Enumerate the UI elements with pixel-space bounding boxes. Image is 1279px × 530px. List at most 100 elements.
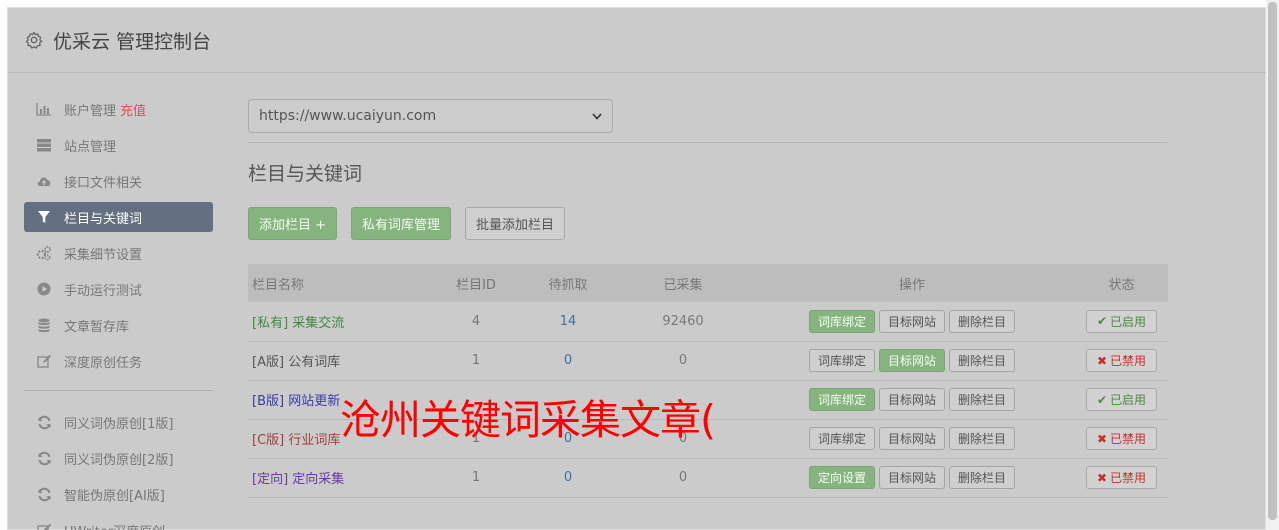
target-site-button[interactable]: 目标网站 <box>878 349 945 372</box>
gear-icon <box>25 31 43 49</box>
status-cell: ✔ 已启用 <box>1075 302 1168 342</box>
lexicon-bind-button[interactable]: 词库绑定 <box>808 309 875 333</box>
overlay-watermark-text: 沧州关键词采集文章( <box>340 396 716 444</box>
status-toggle[interactable]: ✖ 已禁用 <box>1085 349 1158 372</box>
table-row: [定向] 定向采集 1 0 0 定向设置 目标网站 删除栏目 ✖ 已禁用 <box>248 458 1168 498</box>
col-header-name: 栏目名称 <box>248 264 433 302</box>
site-select[interactable]: https://www.ucaiyun.com <box>248 99 613 133</box>
pending-count-link[interactable]: 14 <box>519 302 617 342</box>
delete-column-button[interactable]: 删除栏目 <box>949 427 1016 450</box>
col-header-pending: 待抓取 <box>519 264 617 302</box>
server-icon <box>36 137 52 153</box>
lexicon-bind-button[interactable]: 词库绑定 <box>808 427 875 450</box>
sidebar-item-label: 栏目与关键词 <box>64 211 143 227</box>
actions-cell: 词库绑定 目标网站 删除栏目 <box>749 341 1075 381</box>
delete-column-button[interactable]: 删除栏目 <box>949 466 1016 489</box>
status-label: 已禁用 <box>1110 471 1147 485</box>
x-icon: ✖ <box>1096 431 1108 446</box>
check-icon: ✔ <box>1096 392 1108 407</box>
gears-icon <box>36 245 52 261</box>
status-label: 已禁用 <box>1110 354 1147 368</box>
collected-count-cell: 0 <box>617 341 749 381</box>
delete-column-button[interactable]: 删除栏目 <box>949 349 1016 372</box>
column-id-cell: 1 <box>433 458 519 498</box>
delete-column-button[interactable]: 删除栏目 <box>949 388 1016 411</box>
status-toggle[interactable]: ✔ 已启用 <box>1085 388 1158 411</box>
actions-cell: 定向设置 目标网站 删除栏目 <box>749 458 1075 498</box>
bar-chart-icon <box>36 101 52 117</box>
sidebar-divider <box>24 390 213 391</box>
column-name-link[interactable]: 行业词库 <box>288 433 340 448</box>
column-name-link[interactable]: 定向采集 <box>292 472 344 487</box>
section-divider <box>248 142 1167 143</box>
columns-table: 栏目名称 栏目ID 待抓取 已采集 操作 状态 [私有] 采集交流 4 14 9246… <box>248 264 1168 498</box>
check-icon: ✔ <box>1096 314 1108 329</box>
column-name-link[interactable]: 公有词库 <box>288 355 340 370</box>
sidebar-item-label: 同义词伪原创[1版] <box>64 416 174 432</box>
target-site-button[interactable]: 目标网站 <box>878 466 945 489</box>
column-name-link[interactable]: 采集交流 <box>292 316 344 331</box>
sidebar-item-uwriter[interactable]: UWriter深度原创 <box>24 515 213 530</box>
toolbar: 添加栏目 + 私有词库管理 批量添加栏目 <box>248 207 579 240</box>
collected-count-cell: 92460 <box>617 302 749 342</box>
column-tag: [C版] <box>252 433 285 448</box>
sidebar-item-synonym-v2[interactable]: 同义词伪原创[2版] <box>24 443 213 473</box>
sidebar-item-deep-original[interactable]: 深度原创任务 <box>24 346 213 376</box>
edit-icon <box>36 522 52 530</box>
sidebar-item-ai-original[interactable]: 智能伪原创[AI版] <box>24 479 213 509</box>
column-name-cell: [A版] 公有词库 <box>248 341 433 381</box>
pending-count-link[interactable]: 0 <box>519 341 617 381</box>
refresh-icon <box>36 414 52 430</box>
col-header-status: 状态 <box>1075 264 1168 302</box>
table-row: [A版] 公有词库 1 0 0 词库绑定 目标网站 删除栏目 ✖ 已禁用 <box>248 341 1168 381</box>
lexicon-bind-button[interactable]: 词库绑定 <box>808 349 875 372</box>
sidebar-item-collect-settings[interactable]: 采集细节设置 <box>24 238 213 268</box>
sidebar-item-label: 站点管理 <box>64 139 117 155</box>
x-icon: ✖ <box>1096 470 1108 485</box>
table-header-row: 栏目名称 栏目ID 待抓取 已采集 操作 状态 <box>248 264 1168 302</box>
column-name-link[interactable]: 网站更新 <box>288 394 340 409</box>
actions-cell: 词库绑定 目标网站 删除栏目 <box>749 380 1075 420</box>
recharge-link[interactable]: 充值 <box>120 100 146 119</box>
sidebar-item-label: 手动运行测试 <box>64 283 143 299</box>
sidebar-item-account[interactable]: 账户管理 充值 <box>24 94 213 124</box>
scrollbar-thumb[interactable] <box>1268 2 1277 520</box>
column-tag: [A版] <box>252 355 285 370</box>
target-site-button[interactable]: 目标网站 <box>878 388 945 411</box>
col-header-actions: 操作 <box>749 264 1075 302</box>
pending-count-link[interactable]: 0 <box>519 458 617 498</box>
sidebar-item-label: 智能伪原创[AI版] <box>64 488 165 504</box>
sidebar-item-article-storage[interactable]: 文章暂存库 <box>24 310 213 340</box>
target-site-button[interactable]: 目标网站 <box>878 427 945 450</box>
status-cell: ✖ 已禁用 <box>1075 458 1168 498</box>
lexicon-bind-button[interactable]: 词库绑定 <box>808 388 875 411</box>
refresh-icon <box>36 486 52 502</box>
status-label: 已启用 <box>1110 393 1147 407</box>
sidebar-item-label: 深度原创任务 <box>64 355 143 371</box>
batch-add-columns-button[interactable]: 批量添加栏目 <box>465 207 566 240</box>
collected-count-cell: 0 <box>617 458 749 498</box>
sidebar-item-api-files[interactable]: 接口文件相关 <box>24 166 213 196</box>
column-id-cell: 4 <box>433 302 519 342</box>
private-lexicon-button[interactable]: 私有词库管理 <box>351 207 452 240</box>
filter-icon <box>36 209 52 225</box>
scrollbar[interactable] <box>1266 0 1279 530</box>
sidebar-item-synonym-v1[interactable]: 同义词伪原创[1版] <box>24 407 213 437</box>
database-icon <box>36 317 52 333</box>
status-toggle[interactable]: ✖ 已禁用 <box>1085 427 1158 450</box>
status-toggle[interactable]: ✔ 已启用 <box>1085 309 1158 333</box>
sidebar-item-sites[interactable]: 站点管理 <box>24 130 213 160</box>
col-header-collected: 已采集 <box>617 264 749 302</box>
lexicon-bind-button[interactable]: 定向设置 <box>808 466 875 489</box>
sidebar-item-label: UWriter深度原创 <box>64 521 165 530</box>
refresh-icon <box>36 450 52 466</box>
add-column-button[interactable]: 添加栏目 + <box>248 207 338 240</box>
sidebar-item-columns-keywords[interactable]: 栏目与关键词 <box>24 202 213 232</box>
sidebar-item-manual-run[interactable]: 手动运行测试 <box>24 274 213 304</box>
delete-column-button[interactable]: 删除栏目 <box>949 309 1016 333</box>
target-site-button[interactable]: 目标网站 <box>878 309 945 333</box>
sidebar-item-label: 接口文件相关 <box>64 175 143 191</box>
status-cell: ✖ 已禁用 <box>1075 419 1168 459</box>
play-circle-icon <box>36 281 52 297</box>
status-toggle[interactable]: ✖ 已禁用 <box>1085 466 1158 489</box>
